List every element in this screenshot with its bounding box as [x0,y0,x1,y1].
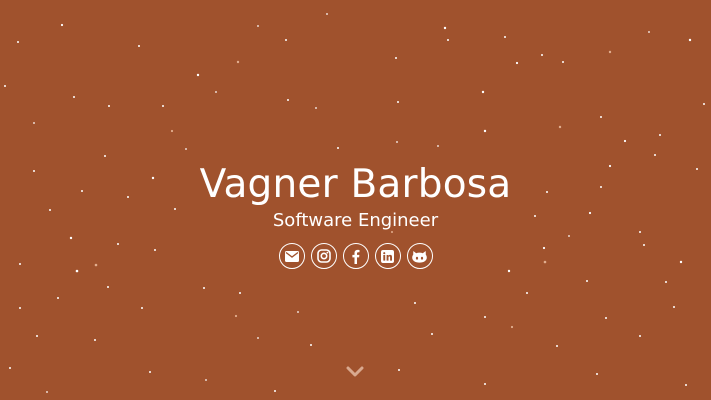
facebook-icon [352,249,360,264]
hero-title: Software Engineer [272,210,439,231]
envelope-icon [284,250,299,262]
hero-name: Vagner Barbosa [199,162,512,207]
github-link[interactable] [406,243,433,269]
facebook-link[interactable] [342,243,369,269]
linkedin-icon [381,249,394,263]
instagram-icon [316,249,331,263]
linkedin-link[interactable] [374,243,401,269]
hero: Vagner Barbosa Software Engineer [0,160,711,269]
chevron-down-icon[interactable] [346,366,364,378]
email-link[interactable] [278,243,305,269]
github-icon [412,250,427,263]
social-links [0,243,711,269]
instagram-link[interactable] [310,243,337,269]
